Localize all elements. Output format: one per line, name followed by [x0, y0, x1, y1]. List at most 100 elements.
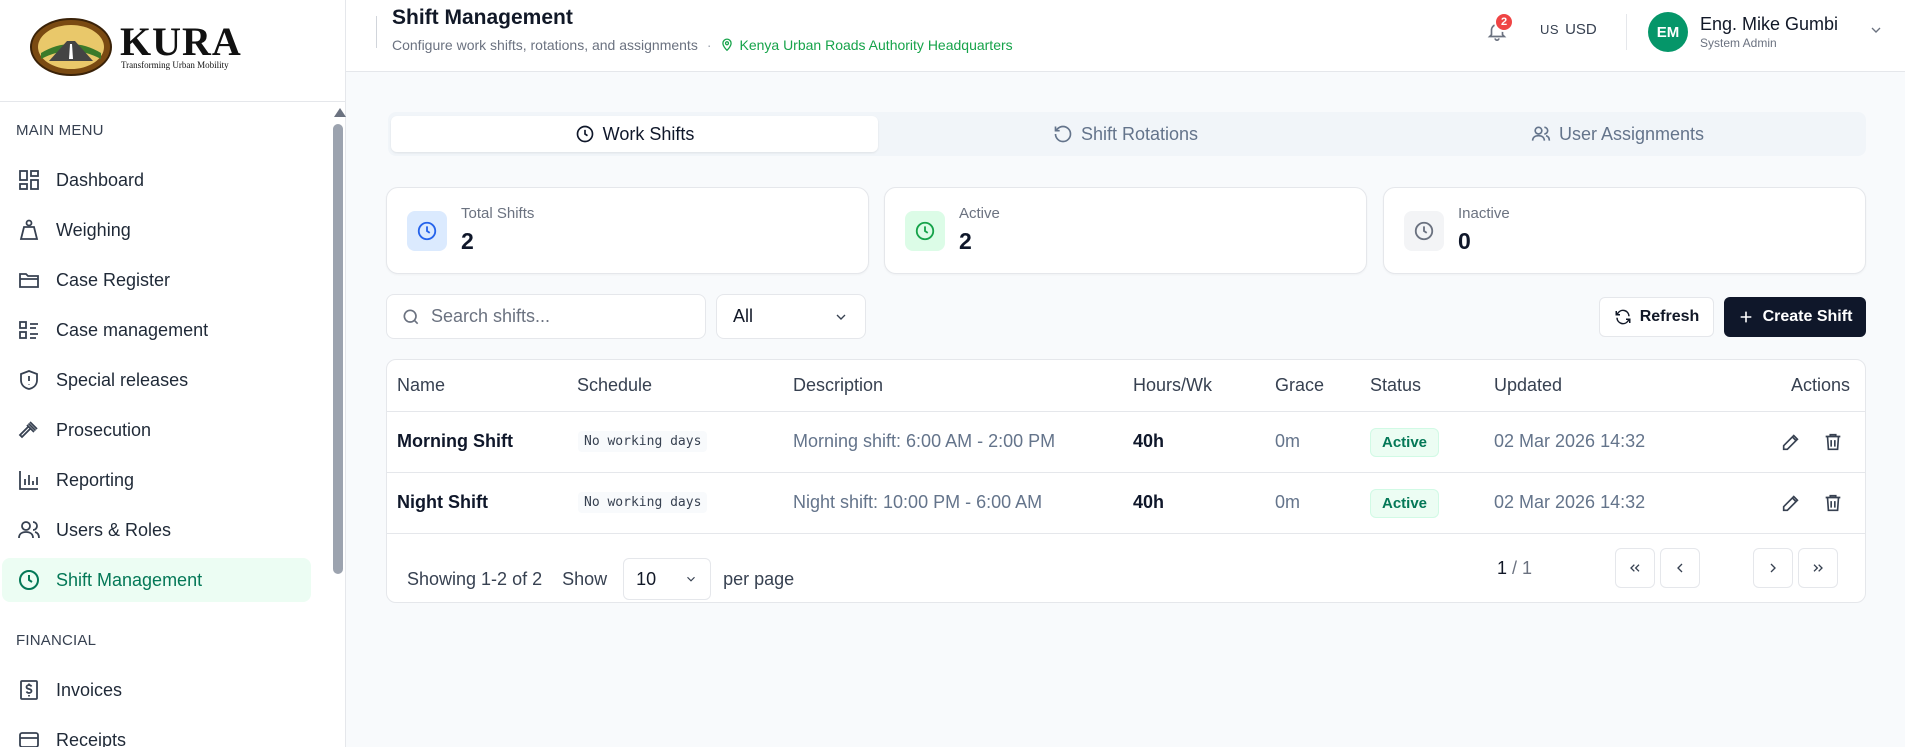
sidebar-item-case-register[interactable]: Case Register	[2, 258, 311, 302]
column-header[interactable]: Hours/Wk	[1133, 375, 1212, 396]
chevron-down-icon[interactable]	[1868, 22, 1884, 38]
schedule-chip: No working days	[578, 431, 708, 452]
table-row[interactable]: Morning Shift No working days Morning sh…	[387, 412, 1865, 473]
chevron-left-icon	[1677, 563, 1683, 573]
create-label: Create Shift	[1762, 308, 1853, 325]
edit-pencil-icon[interactable]	[1780, 431, 1802, 453]
status-filter-select[interactable]: All	[716, 294, 866, 339]
chevron-down-icon	[836, 314, 846, 320]
sidebar-item-label: Shift Management	[56, 569, 203, 590]
column-header[interactable]: Grace	[1275, 375, 1324, 396]
shifts-table: Name Schedule Description Hours/Wk Grace…	[386, 359, 1866, 603]
sidebar-item-dashboard[interactable]: Dashboard	[2, 158, 311, 202]
status-badge: Active	[1370, 428, 1440, 457]
sidebar-item-label: Case management	[56, 319, 209, 340]
sidebar-item-users-roles[interactable]: Users & Roles	[2, 508, 311, 552]
sidebar-item-label: Dashboard	[56, 169, 145, 190]
table-footer: Showing 1-2 of 2 Show 10 per page 1 / 1	[387, 534, 1865, 602]
plus-icon	[1740, 311, 1751, 323]
next-page-button[interactable]	[1753, 548, 1793, 588]
sidebar-item-invoices[interactable]: Invoices	[2, 668, 311, 712]
sidebar-item-case-management[interactable]: Case management	[2, 308, 311, 352]
shift-description: Morning shift: 6:00 AM - 2:00 PM	[793, 431, 1056, 451]
page-title: Shift Management	[392, 6, 573, 29]
refresh-button[interactable]: Refresh	[1599, 297, 1714, 337]
section-financial: FINANCIAL	[16, 632, 97, 649]
per-page-select[interactable]: 10	[623, 558, 712, 600]
create-shift-button[interactable]: Create Shift	[1724, 297, 1866, 337]
trash-icon[interactable]	[1822, 431, 1844, 453]
bar-chart-icon	[19, 471, 38, 490]
column-header[interactable]: Name	[397, 375, 445, 396]
avatar[interactable]: EM	[1648, 12, 1688, 52]
shift-name: Night Shift	[397, 492, 488, 512]
sidebar-item-receipts[interactable]: Receipts	[2, 718, 311, 747]
stat-value: 2	[461, 228, 474, 254]
sidebar-item-special-releases[interactable]: Special releases	[2, 358, 311, 402]
schedule-chip: No working days	[578, 492, 708, 513]
sidebar-scrollbar[interactable]	[330, 102, 346, 747]
tab-label: Shift Rotations	[1080, 123, 1199, 144]
users-icon	[18, 521, 40, 539]
tab-work-shifts[interactable]: Work Shifts	[391, 116, 878, 152]
stat-card-inactive: Inactive 0	[1383, 187, 1866, 274]
prev-page-button[interactable]	[1660, 548, 1700, 588]
invoice-icon	[20, 680, 38, 700]
sidebar-item-label: Receipts	[56, 729, 127, 747]
currency-code: USD	[1565, 21, 1597, 38]
stat-value: 0	[1458, 228, 1471, 254]
sidebar-item-reporting[interactable]: Reporting	[2, 458, 311, 502]
sidebar-item-label: Case Register	[56, 269, 171, 290]
column-header[interactable]: Status	[1370, 375, 1421, 396]
sidebar-item-prosecution[interactable]: Prosecution	[2, 408, 311, 452]
showing-text: Showing 1-2 of 2	[407, 568, 543, 589]
sidebar-item-weighing[interactable]: Weighing	[2, 208, 311, 252]
search-box[interactable]	[386, 294, 706, 339]
brand-tagline: Transforming Urban Mobility	[121, 60, 229, 70]
currency-selector[interactable]: US USD	[1540, 21, 1597, 38]
stat-label: Inactive	[1458, 205, 1510, 222]
sidebar-item-shift-management[interactable]: Shift Management	[2, 558, 311, 602]
top-header: Shift Management Configure work shifts, …	[346, 0, 1905, 72]
sidebar-item-label: Special releases	[56, 369, 189, 390]
column-header: Actions	[1791, 375, 1851, 395]
tab-shift-rotations[interactable]: Shift Rotations	[882, 116, 1369, 152]
last-page-button[interactable]	[1798, 548, 1838, 588]
clock-icon	[905, 211, 945, 251]
clock-icon	[1404, 211, 1444, 251]
tab-list: Work Shifts Shift Rotations User Assignm…	[388, 112, 1866, 156]
first-page-button[interactable]	[1615, 548, 1655, 588]
clock-icon	[576, 125, 593, 143]
dashboard-icon	[19, 170, 39, 190]
trash-icon[interactable]	[1822, 492, 1844, 514]
column-header[interactable]: Schedule	[577, 375, 652, 396]
page-indicator: 1 / 1	[1497, 558, 1532, 579]
user-name[interactable]: Eng. Mike Gumbi	[1700, 14, 1838, 35]
tab-label: User Assignments	[1558, 123, 1705, 144]
table-row[interactable]: Night Shift No working days Night shift:…	[387, 473, 1865, 534]
scroll-thumb[interactable]	[333, 124, 343, 574]
shift-hours: 40h	[1133, 492, 1165, 512]
tab-user-assignments[interactable]: User Assignments	[1374, 116, 1861, 152]
location-label: Kenya Urban Roads Authority Headquarters	[720, 37, 1013, 53]
header-divider	[376, 16, 377, 48]
pagination-summary: Showing 1-2 of 2 Show 10 per page	[407, 558, 794, 600]
sidebar-item-label: Users & Roles	[56, 519, 172, 540]
location-text: Kenya Urban Roads Authority Headquarters	[739, 37, 1013, 53]
search-input[interactable]	[431, 306, 691, 327]
rotate-icon	[1054, 125, 1072, 143]
per-page-value: 10	[636, 568, 657, 589]
stat-card-total-shifts: Total Shifts 2	[386, 187, 869, 274]
shift-updated: 02 Mar 2026 14:32	[1494, 431, 1646, 451]
chevrons-left-icon	[1630, 564, 1640, 572]
column-header[interactable]: Description	[793, 375, 883, 396]
total-pages: / 1	[1512, 558, 1533, 578]
clock-icon	[407, 211, 447, 251]
gavel-icon	[18, 421, 38, 439]
section-main-menu: MAIN MENU	[16, 122, 104, 139]
user-role: System Admin	[1700, 36, 1777, 50]
scroll-up-arrow-icon[interactable]	[334, 108, 346, 117]
column-header[interactable]: Updated	[1494, 375, 1562, 396]
edit-pencil-icon[interactable]	[1780, 492, 1802, 514]
stat-label: Active	[959, 205, 1000, 222]
